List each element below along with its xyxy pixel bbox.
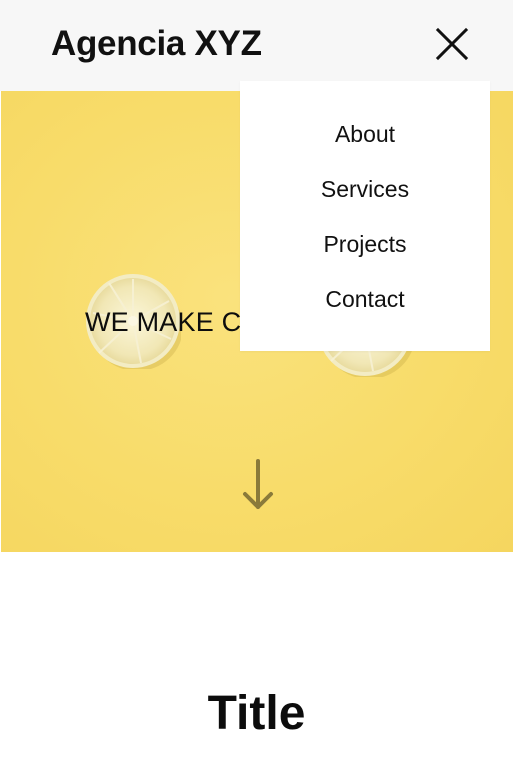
- arrow-down-icon: [243, 459, 273, 509]
- nav-dropdown-menu: About Services Projects Contact: [240, 81, 490, 351]
- brand-logo-text[interactable]: Agencia XYZ: [51, 22, 262, 66]
- hero-headline: WE MAKE C: [85, 307, 242, 337]
- section-title: Title: [207, 687, 306, 740]
- menu-item-services[interactable]: Services: [240, 174, 490, 204]
- close-icon: [435, 27, 469, 61]
- site-header: Agencia XYZ: [0, 0, 513, 91]
- menu-item-projects[interactable]: Projects: [240, 229, 490, 259]
- page: Agencia XYZ WE MAKE C About Services Pro…: [0, 0, 513, 767]
- menu-item-contact[interactable]: Contact: [240, 284, 490, 314]
- close-menu-button[interactable]: [432, 24, 472, 64]
- menu-item-about[interactable]: About: [240, 119, 490, 149]
- scroll-down-button[interactable]: [241, 457, 275, 513]
